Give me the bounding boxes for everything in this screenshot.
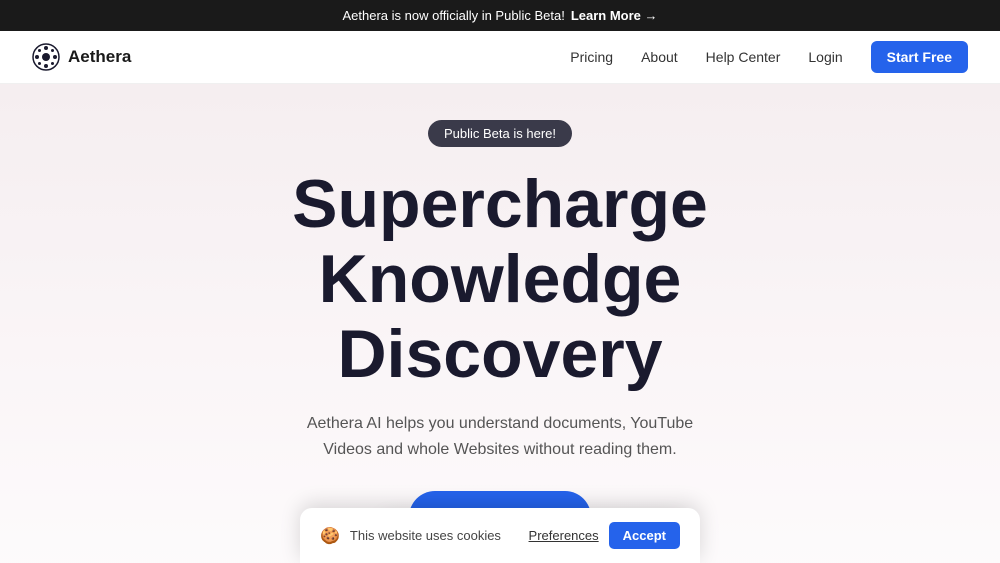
- cookie-text: This website uses cookies: [350, 528, 519, 543]
- announcement-bar: Aethera is now officially in Public Beta…: [0, 0, 1000, 31]
- login-button[interactable]: Login: [808, 49, 842, 65]
- navbar: Aethera Pricing About Help Center Login …: [0, 31, 1000, 84]
- nav-about[interactable]: About: [641, 49, 678, 65]
- accept-button[interactable]: Accept: [609, 522, 680, 549]
- nav-help-center[interactable]: Help Center: [706, 49, 781, 65]
- cookie-icon: 🍪: [320, 526, 340, 546]
- nav-pricing[interactable]: Pricing: [570, 49, 613, 65]
- hero-subtitle: Aethera AI helps you understand document…: [300, 411, 700, 462]
- hero-section: Public Beta is here! Supercharge Knowled…: [0, 84, 1000, 563]
- start-free-nav-button[interactable]: Start Free: [871, 41, 968, 73]
- logo-area[interactable]: Aethera: [32, 43, 131, 71]
- cookie-notice: 🍪 This website uses cookies Preferences …: [300, 508, 700, 563]
- nav-links: Pricing About Help Center Login Start Fr…: [570, 41, 968, 73]
- hero-title: Supercharge Knowledge Discovery: [160, 167, 840, 391]
- announcement-text: Aethera is now officially in Public Beta…: [342, 8, 564, 23]
- beta-badge: Public Beta is here!: [428, 120, 572, 147]
- page-wrapper: Aethera is now officially in Public Beta…: [0, 0, 1000, 563]
- logo-text: Aethera: [68, 47, 131, 67]
- logo-icon: [32, 43, 60, 71]
- announcement-link[interactable]: Learn More →: [571, 8, 658, 23]
- preferences-button[interactable]: Preferences: [529, 528, 599, 543]
